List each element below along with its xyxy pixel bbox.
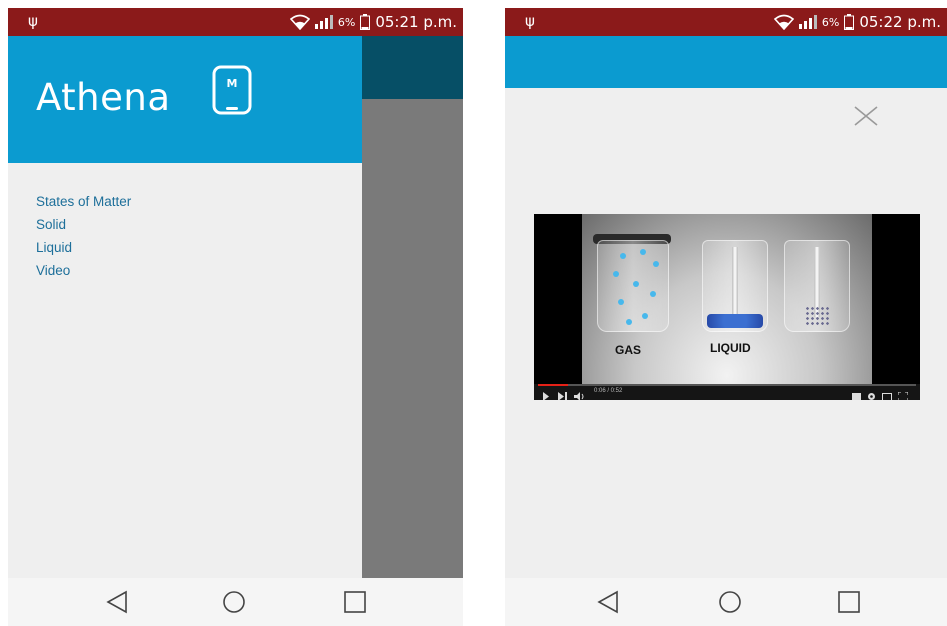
liquid-particles — [707, 314, 763, 328]
usb-icon: ψ — [28, 12, 38, 30]
liquid-label: LIQUID — [710, 341, 751, 355]
navigation-drawer: Athena M States of Matter Solid Liquid V… — [8, 36, 362, 578]
drawer-header: Athena M — [8, 36, 362, 163]
signal-icon — [798, 15, 817, 29]
video-controls: 0:06 / 0:52 — [534, 384, 920, 400]
recents-icon[interactable] — [835, 590, 863, 614]
next-icon[interactable] — [558, 388, 567, 400]
usb-icon: ψ — [525, 12, 535, 30]
solid-jar — [784, 240, 850, 332]
video-time: 0:06 / 0:52 — [594, 388, 623, 394]
signal-icon — [314, 15, 333, 29]
settings-gear-icon[interactable] — [867, 388, 876, 400]
status-time: 05:21 p.m. — [375, 13, 457, 31]
battery-icon — [844, 14, 855, 30]
recents-icon[interactable] — [341, 590, 369, 614]
home-icon[interactable] — [716, 590, 744, 614]
logo-letter: M — [227, 77, 238, 90]
app-title: Athena — [36, 76, 171, 119]
menu-item-liquid[interactable]: Liquid — [36, 239, 131, 262]
back-icon[interactable] — [104, 590, 132, 614]
battery-percent: 6% — [821, 15, 840, 29]
solid-particles — [805, 306, 829, 326]
status-time: 05:22 p.m. — [859, 13, 941, 31]
drawer-menu: States of Matter Solid Liquid Video — [36, 193, 131, 285]
volume-icon[interactable] — [574, 388, 584, 400]
back-icon[interactable] — [595, 590, 623, 614]
dimmed-app-bar — [362, 36, 463, 99]
video-player[interactable]: GAS LIQUID 0:06 / 0:52 — [534, 214, 920, 400]
system-nav-bar — [505, 578, 947, 626]
play-icon[interactable] — [542, 388, 550, 400]
menu-item-states-of-matter[interactable]: States of Matter — [36, 193, 131, 216]
app-bar — [505, 36, 947, 88]
wifi-icon — [289, 14, 310, 30]
drawer-scrim[interactable] — [362, 36, 463, 578]
video-progress-bar[interactable] — [538, 384, 916, 386]
menu-item-solid[interactable]: Solid — [36, 216, 131, 239]
home-icon[interactable] — [220, 590, 248, 614]
close-icon[interactable] — [853, 105, 879, 132]
left-phone-screen: ψ 6% 05:21 p.m. Athena M States of Matte… — [8, 8, 463, 626]
status-bar: ψ 6% 05:22 p.m. — [505, 8, 947, 36]
liquid-jar — [702, 240, 768, 332]
right-phone-screen: ψ 6% 05:22 p.m. GAS LIQUID 0:06 / 0:52 — [505, 8, 947, 626]
gas-label: GAS — [615, 343, 642, 357]
video-frame: GAS LIQUID — [582, 214, 872, 384]
battery-percent: 6% — [337, 15, 356, 29]
menu-item-video[interactable]: Video — [36, 262, 131, 285]
status-bar: ψ 6% 05:21 p.m. — [8, 8, 463, 36]
gas-jar — [597, 240, 669, 332]
battery-icon — [360, 14, 371, 30]
video-progress-fill — [538, 384, 569, 386]
fullscreen-icon[interactable] — [897, 388, 909, 400]
system-nav-bar — [8, 578, 463, 626]
wifi-icon — [773, 14, 794, 30]
theater-mode-icon[interactable] — [882, 388, 892, 400]
phone-m-logo-icon: M — [212, 65, 252, 120]
captions-icon[interactable] — [852, 388, 861, 400]
